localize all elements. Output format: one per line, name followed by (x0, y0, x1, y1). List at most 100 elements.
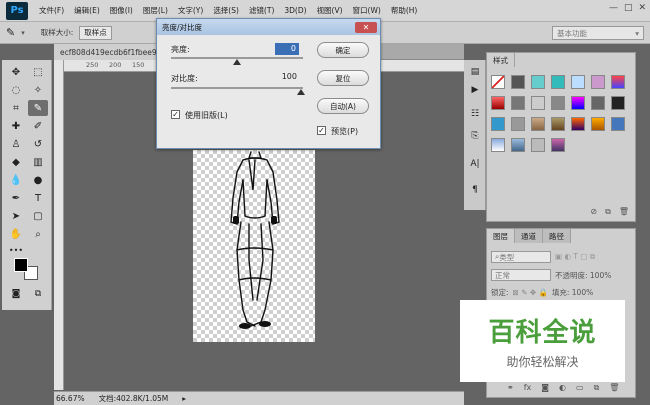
delete-style-icon[interactable]: 🗑 (619, 207, 629, 217)
contrast-slider-thumb[interactable] (297, 89, 305, 95)
type-tool-icon[interactable]: T (28, 190, 48, 206)
foreground-color-swatch[interactable] (14, 258, 28, 272)
menu-help[interactable]: 帮助(H) (386, 5, 423, 16)
style-swatch[interactable] (571, 96, 585, 110)
actions-panel-icon[interactable]: ▶ (467, 82, 483, 98)
sample-size-select[interactable]: 取样点 (79, 25, 112, 40)
brightness-value-input[interactable]: 0 (275, 43, 299, 55)
opacity-label[interactable]: 不透明度: 100% (555, 270, 611, 281)
close-icon[interactable]: ✕ (638, 3, 646, 13)
menu-layer[interactable]: 图层(L) (138, 5, 173, 16)
dialog-titlebar[interactable]: 亮度/对比度 ✕ (157, 19, 380, 35)
style-swatch[interactable] (531, 117, 545, 131)
eyedropper-tool-icon[interactable]: ✎ (28, 100, 48, 116)
tool-preset-chevron-icon[interactable]: ▾ (21, 29, 25, 37)
zoom-level[interactable]: 66.67% (56, 394, 85, 403)
style-swatch[interactable] (551, 138, 565, 152)
style-swatch[interactable] (531, 75, 545, 89)
properties-panel-icon[interactable]: ☷ (467, 106, 483, 122)
status-arrow-icon[interactable]: ▸ (182, 394, 186, 403)
preview-checkbox[interactable]: ✓ (317, 126, 326, 135)
fx-icon[interactable]: fx (524, 383, 532, 393)
blend-mode-select[interactable]: 正常 (491, 269, 551, 281)
dialog-close-button[interactable]: ✕ (355, 21, 377, 33)
group-icon[interactable]: ▭ (576, 383, 584, 393)
style-swatch[interactable] (511, 138, 525, 152)
menu-select[interactable]: 选择(S) (208, 5, 244, 16)
style-swatch[interactable] (611, 75, 625, 89)
history-brush-icon[interactable]: ↺ (28, 136, 48, 152)
use-legacy-checkbox[interactable]: ✓ (171, 110, 180, 119)
style-swatch[interactable] (511, 75, 525, 89)
stamp-tool-icon[interactable]: ♙ (6, 136, 26, 152)
style-swatch[interactable] (551, 117, 565, 131)
brush-tool-icon[interactable]: ✐ (28, 118, 48, 134)
gradient-tool-icon[interactable]: ▥ (28, 154, 48, 170)
document-tab[interactable]: ecf808d419ecdb6f1fbee9f6 (54, 44, 164, 60)
fill-label[interactable]: 填充: 100% (552, 287, 593, 298)
adjustment-icon[interactable]: ◐ (559, 383, 566, 393)
filter-icons[interactable]: ▣ ◐ T ▢ ⧉ (555, 252, 595, 262)
mask-icon[interactable]: ◙ (541, 383, 549, 393)
path-select-tool-icon[interactable]: ➤ (6, 208, 26, 224)
new-style-icon[interactable]: ⧉ (605, 207, 611, 217)
shape-tool-icon[interactable]: ▢ (28, 208, 48, 224)
tab-channels[interactable]: 通道 (515, 229, 543, 243)
style-swatch[interactable] (551, 96, 565, 110)
style-swatch[interactable] (571, 75, 585, 89)
style-swatch[interactable] (591, 96, 605, 110)
style-swatch[interactable] (531, 96, 545, 110)
reset-button[interactable]: 复位 (317, 70, 369, 86)
paragraph-panel-icon[interactable]: ¶ (467, 182, 483, 198)
ok-button[interactable]: 确定 (317, 42, 369, 58)
tab-layers[interactable]: 图层 (487, 229, 515, 243)
style-swatch[interactable] (531, 138, 545, 152)
document-canvas[interactable] (193, 150, 315, 342)
menu-image[interactable]: 图像(I) (105, 5, 138, 16)
contrast-slider-track[interactable] (171, 87, 303, 89)
menu-edit[interactable]: 编辑(E) (69, 5, 105, 16)
style-swatch[interactable] (511, 96, 525, 110)
clear-style-icon[interactable]: ⊘ (590, 207, 597, 217)
style-swatch[interactable] (611, 96, 625, 110)
menu-type[interactable]: 文字(Y) (173, 5, 208, 16)
zoom-tool-icon[interactable]: ⌕ (28, 226, 48, 242)
document-info[interactable]: 文档:402.8K/1.05M (99, 393, 169, 404)
pen-tool-icon[interactable]: ✒ (6, 190, 26, 206)
quick-mask-icon[interactable]: ◙ (6, 286, 26, 302)
more-tools-icon[interactable]: ••• (6, 242, 26, 258)
lock-icons[interactable]: ⊠ ✎ ✥ 🔒 (513, 288, 548, 297)
move-tool-icon[interactable]: ✥ (6, 64, 26, 80)
style-swatch[interactable] (571, 117, 585, 131)
character-panel-icon[interactable]: A| (467, 156, 483, 172)
menu-filter[interactable]: 滤镜(T) (244, 5, 279, 16)
dodge-tool-icon[interactable]: ● (28, 172, 48, 188)
auto-button[interactable]: 自动(A) (317, 98, 369, 114)
tab-styles[interactable]: 样式 (487, 53, 515, 67)
screen-mode-icon[interactable]: ⧉ (28, 286, 48, 302)
style-swatch[interactable] (491, 96, 505, 110)
workspace-select[interactable]: 基本功能 ▾ (552, 26, 644, 40)
brightness-slider-thumb[interactable] (233, 59, 241, 65)
clone-source-panel-icon[interactable]: ⎘ (467, 128, 483, 144)
history-panel-icon[interactable]: ▤ (467, 64, 483, 80)
crop-tool-icon[interactable]: ⌗ (6, 100, 26, 116)
style-swatch[interactable] (491, 138, 505, 152)
eyedropper-icon[interactable]: ✎ (6, 26, 15, 39)
style-swatch[interactable] (491, 75, 505, 89)
marquee-tool-icon[interactable]: ⬚ (28, 64, 48, 80)
tab-paths[interactable]: 路径 (543, 229, 571, 243)
style-swatch[interactable] (511, 117, 525, 131)
contrast-value-input[interactable]: 100 (275, 72, 299, 84)
hand-tool-icon[interactable]: ✋ (6, 226, 26, 242)
menu-view[interactable]: 视图(V) (312, 5, 348, 16)
style-swatch[interactable] (611, 117, 625, 131)
link-layers-icon[interactable]: ⚭ (507, 383, 514, 393)
maximize-icon[interactable]: □ (624, 3, 633, 13)
delete-layer-icon[interactable]: 🗑 (609, 383, 619, 393)
style-swatch[interactable] (591, 75, 605, 89)
style-swatch[interactable] (551, 75, 565, 89)
layer-kind-select[interactable]: ⌕ 类型 (491, 251, 551, 263)
new-layer-icon[interactable]: ⧉ (594, 383, 600, 393)
style-swatch[interactable] (491, 117, 505, 131)
